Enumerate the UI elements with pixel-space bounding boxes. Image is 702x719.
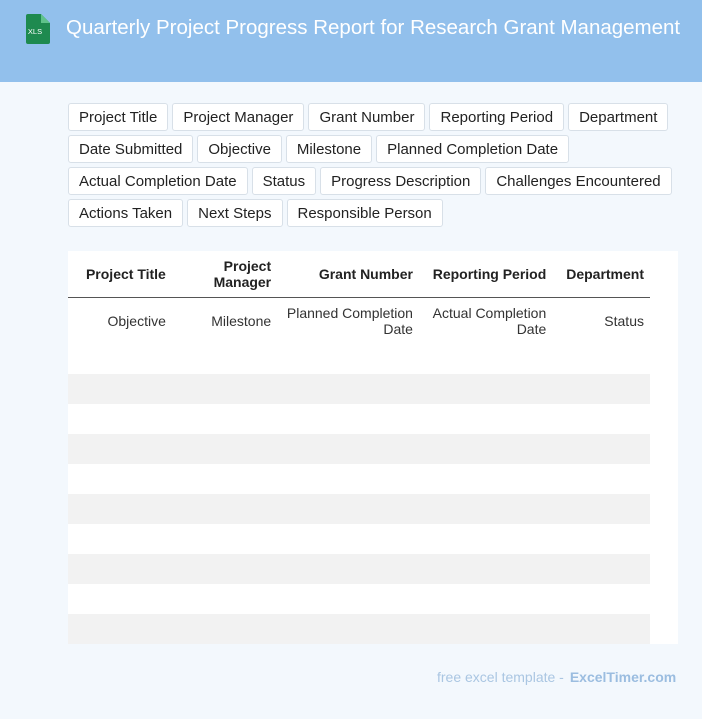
table-cell[interactable] <box>171 434 278 464</box>
table-cell[interactable] <box>552 464 650 494</box>
field-tag[interactable]: Objective <box>197 135 282 163</box>
table-cell[interactable] <box>418 494 553 524</box>
table-row: 0 <box>68 614 650 644</box>
footer-credit: free excel template - ExcelTimer.com <box>437 669 676 685</box>
table-cell[interactable] <box>72 464 172 494</box>
table-cell[interactable] <box>552 614 650 644</box>
column-header[interactable]: Project Title <box>72 251 172 298</box>
table-cell[interactable] <box>418 524 553 554</box>
footer-brand-link[interactable]: ExcelTimer.com <box>570 669 676 685</box>
table-cell[interactable] <box>171 374 278 404</box>
table-row: 6 <box>68 494 650 524</box>
table-row: 8 <box>68 554 650 584</box>
field-tag[interactable]: Actions Taken <box>68 199 184 227</box>
table-cell[interactable] <box>277 464 419 494</box>
field-tag[interactable]: Responsible Person <box>286 199 443 227</box>
table-cell[interactable]: Planned Completion Date <box>277 298 419 345</box>
table-cell[interactable] <box>171 404 278 434</box>
column-header[interactable]: Project Manager <box>171 251 278 298</box>
table-header-row: 0 Project Title Project Manager Grant Nu… <box>68 251 650 298</box>
report-header: XLS Quarterly Project Progress Report fo… <box>0 0 702 82</box>
table-cell[interactable] <box>72 404 172 434</box>
table-cell[interactable] <box>277 494 419 524</box>
table-row: 9 <box>68 584 650 614</box>
table-cell[interactable] <box>171 554 278 584</box>
field-tag[interactable]: Next Steps <box>187 199 283 227</box>
data-table: 0 Project Title Project Manager Grant Nu… <box>68 251 650 644</box>
table-cell[interactable] <box>418 374 553 404</box>
table-cell[interactable] <box>171 344 278 374</box>
table-cell[interactable] <box>72 614 172 644</box>
table-cell[interactable] <box>72 374 172 404</box>
table-cell[interactable] <box>277 344 419 374</box>
table-cell[interactable] <box>418 404 553 434</box>
table-cell[interactable] <box>171 524 278 554</box>
field-tag[interactable]: Milestone <box>285 135 373 163</box>
table-cell[interactable] <box>552 434 650 464</box>
table-cell[interactable] <box>552 404 650 434</box>
table-cell[interactable] <box>171 614 278 644</box>
field-tag[interactable]: Project Title <box>68 103 169 131</box>
column-header[interactable]: Reporting Period <box>418 251 553 298</box>
table-cell[interactable] <box>552 584 650 614</box>
table-cell[interactable] <box>72 344 172 374</box>
table-cell[interactable] <box>171 464 278 494</box>
field-tag[interactable]: Grant Number <box>308 103 426 131</box>
table-cell[interactable] <box>418 614 553 644</box>
table-cell[interactable]: Status <box>552 298 650 345</box>
table-cell[interactable] <box>72 524 172 554</box>
table-row: 7 <box>68 524 650 554</box>
data-table-viewport[interactable]: 0 Project Title Project Manager Grant Nu… <box>68 251 678 644</box>
table-cell[interactable] <box>552 494 650 524</box>
table-cell[interactable] <box>277 434 419 464</box>
table-cell[interactable] <box>171 494 278 524</box>
table-row: 5 <box>68 464 650 494</box>
table-cell[interactable] <box>418 584 553 614</box>
field-tag[interactable]: Challenges Encountered <box>485 167 672 195</box>
field-tag[interactable]: Date Submitted <box>68 135 194 163</box>
table-cell[interactable] <box>418 464 553 494</box>
table-sub-header-row: 0 Objective Milestone Planned Completion… <box>68 298 650 345</box>
page-title: Quarterly Project Progress Report for Re… <box>66 16 681 39</box>
column-header[interactable]: Department <box>552 251 650 298</box>
table-cell[interactable] <box>552 344 650 374</box>
table-cell[interactable] <box>277 374 419 404</box>
table-cell[interactable] <box>418 434 553 464</box>
field-tag[interactable]: Reporting Period <box>429 103 565 131</box>
table-row: 2 <box>68 374 650 404</box>
field-tag[interactable]: Status <box>251 167 317 195</box>
table-cell[interactable] <box>552 524 650 554</box>
table-row: 1 <box>68 344 650 374</box>
table-cell[interactable] <box>171 584 278 614</box>
footer-text: free excel template - <box>437 669 564 685</box>
field-tag[interactable]: Planned Completion Date <box>376 135 570 163</box>
table-cell[interactable] <box>72 494 172 524</box>
table-row: 4 <box>68 434 650 464</box>
table-cell[interactable] <box>72 584 172 614</box>
table-cell[interactable]: Milestone <box>172 298 277 345</box>
table-cell[interactable] <box>277 584 419 614</box>
table-cell[interactable] <box>72 434 172 464</box>
table-cell[interactable]: Actual Completion Date <box>419 298 552 345</box>
table-cell[interactable] <box>277 524 419 554</box>
column-header[interactable]: Grant Number <box>277 251 419 298</box>
table-row: 3 <box>68 404 650 434</box>
field-tag[interactable]: Department <box>568 103 669 131</box>
table-cell[interactable] <box>277 404 419 434</box>
table-cell[interactable] <box>552 554 650 584</box>
field-tag[interactable]: Progress Description <box>320 167 482 195</box>
table-cell[interactable] <box>418 344 553 374</box>
table-cell[interactable] <box>277 614 419 644</box>
table-cell[interactable] <box>552 374 650 404</box>
table-cell[interactable]: Objective <box>72 298 172 345</box>
table-cell[interactable] <box>418 554 553 584</box>
table-cell[interactable] <box>277 554 419 584</box>
field-tag[interactable]: Project Manager <box>172 103 305 131</box>
field-tag-list: Project Title Project Manager Grant Number… <box>68 103 678 227</box>
table-cell[interactable] <box>72 554 172 584</box>
field-tag[interactable]: Actual Completion Date <box>68 167 248 195</box>
